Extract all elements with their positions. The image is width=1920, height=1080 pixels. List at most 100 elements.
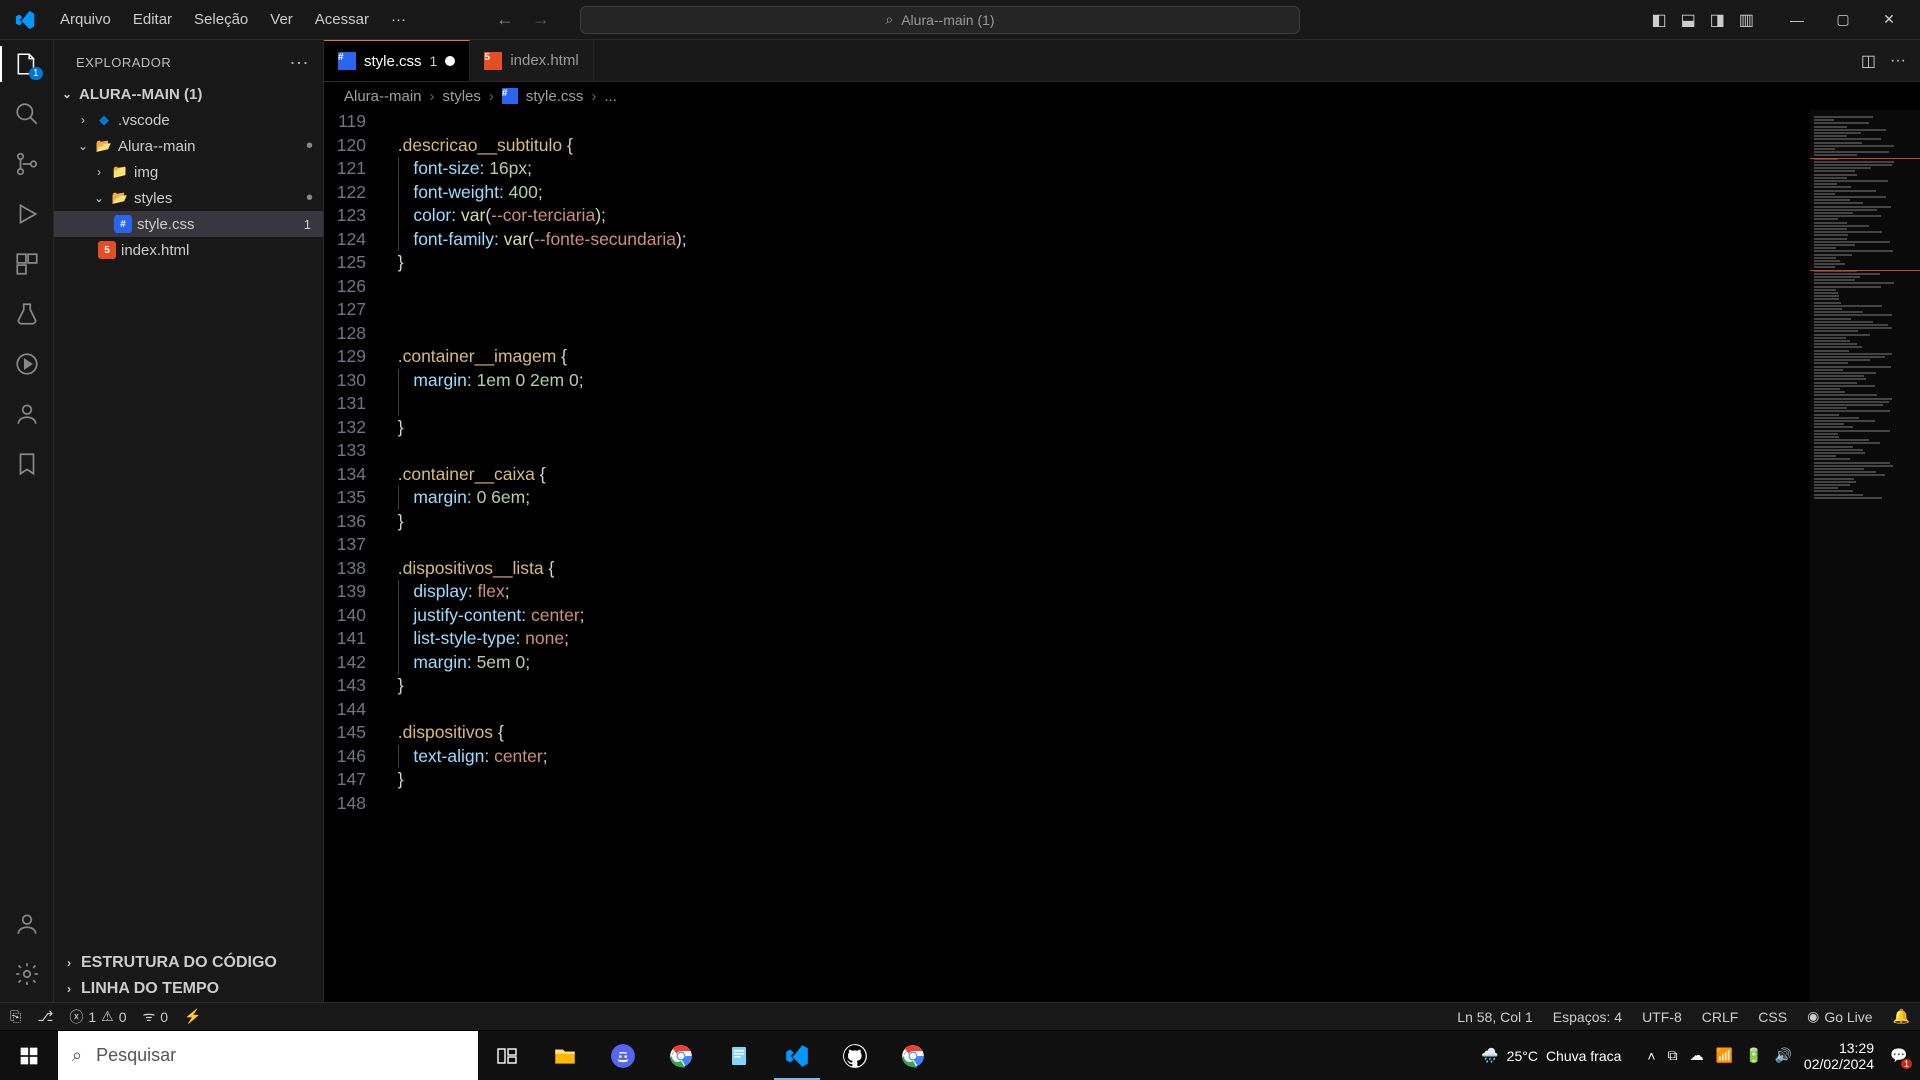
tree-root[interactable]: ⌄ ALURA--MAIN (1) [54,81,323,107]
github-icon[interactable] [826,1031,884,1080]
file-explorer-icon[interactable] [536,1031,594,1080]
breadcrumb-segment[interactable]: ... [604,88,617,105]
split-editor-icon[interactable]: ◫ [1861,51,1876,71]
tab-stylecss[interactable]: # style.css 1 [324,40,470,81]
activity-extensions-icon[interactable] [13,250,41,278]
tray-clock[interactable]: 13:29 02/02/2024 [1804,1040,1874,1072]
chevron-right-icon: › [430,88,435,105]
activity-settings-icon[interactable] [13,960,41,988]
menu-selecao[interactable]: Seleção [184,7,258,32]
tree-label: img [134,164,158,181]
css-file-icon: # [114,215,132,233]
folder-open-icon: 📂 [95,137,113,155]
layout-customize-icon[interactable]: ▥ [1739,10,1754,30]
tree-folder-styles[interactable]: ⌄ 📂 styles • [54,185,323,211]
command-center[interactable]: ⌕ Alura--main (1) [580,6,1300,34]
discord-icon[interactable] [594,1031,652,1080]
editor-more-icon[interactable]: ··· [1890,52,1906,70]
nav-back-icon[interactable]: ← [496,9,514,30]
activity-live-share-icon[interactable] [13,400,41,428]
weather-temp: 25°C [1507,1048,1538,1064]
windows-search-placeholder: Pesquisar [96,1045,176,1066]
activity-explorer-icon[interactable]: 1 [13,50,41,78]
notepad-icon[interactable] [710,1031,768,1080]
activity-search-icon[interactable] [13,100,41,128]
breadcrumb-segment[interactable]: styles [443,88,481,105]
status-eol[interactable]: CRLF [1702,1008,1739,1025]
chevron-down-icon: ⌄ [92,191,106,205]
section-timeline[interactable]: › LINHA DO TEMPO [54,976,323,1002]
tree-file-stylecss[interactable]: # style.css 1 [54,211,323,237]
folder-open-icon: 📂 [111,189,129,207]
tray-meet-icon[interactable]: ⧉ [1668,1047,1678,1064]
tree-folder-img[interactable]: › 📁 img [54,159,323,185]
tree-file-indexhtml[interactable]: 5 index.html [54,237,323,263]
layout-panel-icon[interactable]: ⬓ [1681,10,1696,30]
layout-sidebar-left-icon[interactable]: ◧ [1652,10,1667,30]
status-cursor[interactable]: Ln 58, Col 1 [1457,1008,1533,1025]
tray-time: 13:29 [1804,1040,1874,1056]
code-editor[interactable]: 119 120 121 122 123 124 125 126 127 128 … [324,110,1920,1002]
chrome-icon-2[interactable] [884,1031,942,1080]
activity-run-debug-icon[interactable] [13,200,41,228]
minimize-button[interactable]: — [1774,0,1820,40]
start-button[interactable] [0,1031,58,1080]
tab-indexhtml[interactable]: 5 index.html [470,40,593,81]
status-git-branch[interactable]: ⎇ [37,1008,53,1025]
weather-widget[interactable]: 🌧️ 25°C Chuva fraca [1481,1047,1621,1064]
taskview-icon[interactable] [478,1031,536,1080]
tray-chevron-icon[interactable]: ˄ [1647,1048,1655,1064]
section-outline[interactable]: › ESTRUTURA DO CÓDIGO [54,950,323,976]
windows-search[interactable]: ⌕ Pesquisar [58,1031,478,1080]
layout-sidebar-right-icon[interactable]: ◨ [1710,10,1725,30]
tray-wifi-icon[interactable]: 📶 [1716,1047,1733,1064]
minimap[interactable] [1810,110,1920,1002]
vscode-folder-icon: ◆ [95,111,113,129]
activity-testing-icon[interactable] [13,300,41,328]
nav-forward-icon[interactable]: → [532,9,550,30]
explorer-more-icon[interactable]: ··· [290,52,309,73]
breadcrumb-segment[interactable]: style.css [526,88,584,105]
close-button[interactable]: ✕ [1866,0,1912,40]
activity-liveserver-icon[interactable] [13,350,41,378]
status-problems[interactable]: ⓧ1 ⚠0 [69,1007,126,1027]
status-ports[interactable]: ᯤ0 [143,1007,169,1026]
activity-accounts-icon[interactable] [13,910,41,938]
status-encoding[interactable]: UTF-8 [1642,1008,1682,1025]
breadcrumb[interactable]: Alura--main › styles › # style.css › ... [324,82,1920,110]
tray-battery-icon[interactable]: 🔋 [1745,1047,1762,1064]
modified-dot-icon [445,56,455,66]
status-spaces[interactable]: Espaços: 4 [1553,1008,1622,1025]
bolt-icon: ⚡ [184,1008,201,1025]
menu-more[interactable]: ··· [381,7,416,32]
menu-ver[interactable]: Ver [260,7,303,32]
tree-label: Alura--main [118,138,196,155]
weather-desc: Chuva fraca [1546,1048,1621,1064]
breadcrumb-segment[interactable]: Alura--main [344,88,422,105]
editor-group: # style.css 1 5 index.html ◫ ··· Alura--… [324,40,1920,1002]
tray-volume-icon[interactable]: 🔊 [1774,1047,1791,1064]
editor-tabs: # style.css 1 5 index.html ◫ ··· [324,40,1920,82]
menu-arquivo[interactable]: Arquivo [50,7,121,32]
chrome-icon[interactable] [652,1031,710,1080]
activity-bookmarks-icon[interactable] [13,450,41,478]
code-content[interactable]: .descricao__subtitulo { font-size: 16px;… [388,110,1810,1002]
status-live-action[interactable]: ⚡ [184,1008,201,1025]
menu-editar[interactable]: Editar [123,7,182,32]
chevron-down-icon: ⌄ [76,139,90,153]
tree-label: .vscode [118,112,170,129]
status-notifications-icon[interactable]: 🔔 [1893,1008,1910,1025]
status-golive[interactable]: ◉Go Live [1807,1008,1872,1025]
remote-indicator[interactable]: ⎘ [10,1008,21,1025]
tree-folder-vscode[interactable]: › ◆ .vscode [54,107,323,133]
chevron-right-icon: › [591,88,596,105]
tree-folder-alura[interactable]: ⌄ 📂 Alura--main • [54,133,323,159]
notifications-icon[interactable]: 💬1 [1886,1043,1912,1069]
tray-onedrive-icon[interactable]: ☁ [1690,1047,1704,1064]
vscode-taskbar-icon[interactable] [768,1031,826,1080]
activity-source-control-icon[interactable] [13,150,41,178]
sidebar-explorer: EXPLORADOR ··· ⌄ ALURA--MAIN (1) › ◆ .vs… [54,40,324,1002]
status-language[interactable]: CSS [1758,1008,1787,1025]
menu-acessar[interactable]: Acessar [305,7,379,32]
maximize-button[interactable]: ▢ [1820,0,1866,40]
